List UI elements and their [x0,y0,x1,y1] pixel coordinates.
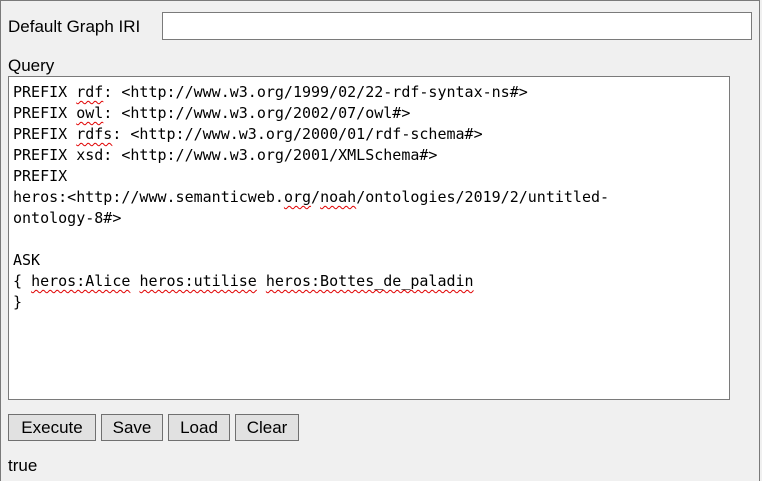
spellcheck-word: heros:Alice [31,272,131,290]
spellcheck-word: heros:Bottes_de_paladin [265,272,474,290]
query-line-1: PREFIX rdf: <http://www.w3.org/1999/02/2… [13,83,528,101]
query-textarea[interactable]: PREFIX rdf: <http://www.w3.org/1999/02/2… [8,76,730,400]
query-text: : <http://www.w3.org/2000/01/rdf-schema#… [112,125,483,143]
default-graph-iri-input[interactable] [162,12,752,40]
query-text: PREFIX [13,125,77,143]
spellcheck-word: owl [76,104,104,122]
query-text: PREFIX [13,83,77,101]
query-line-10: { heros:Alice heros:utilise heros:Bottes… [13,272,474,290]
query-text: /ontologies/2019/2/untitled- [356,188,610,206]
query-text: : <http://www.w3.org/2002/07/owl#> [103,104,411,122]
spellcheck-word: rdfs [76,125,113,143]
query-label: Query [8,56,55,75]
query-line-4: PREFIX xsd: <http://www.w3.org/2001/XMLS… [13,146,438,164]
query-text: { [13,272,32,290]
clear-button[interactable]: Clear [235,414,299,441]
query-text: : <http://www.w3.org/1999/02/22-rdf-synt… [103,83,528,101]
spellcheck-word: org [283,188,312,206]
app-window: Default Graph IRI Query PREFIX rdf: <htt… [0,0,760,481]
query-line-3: PREFIX rdfs: <http://www.w3.org/2000/01/… [13,125,483,143]
query-line-9: ASK [13,251,41,269]
query-line-2: PREFIX owl: <http://www.w3.org/2002/07/o… [13,104,410,122]
query-text: / [311,188,321,206]
load-button[interactable]: Load [168,414,230,441]
query-text [257,272,266,290]
spellcheck-word: rdf [76,83,104,101]
query-line-5: PREFIX [13,167,68,185]
query-result: true [8,456,38,475]
save-button[interactable]: Save [101,414,163,441]
execute-button[interactable]: Execute [8,414,96,441]
query-line-11: } [13,293,23,311]
query-text: PREFIX [13,104,77,122]
spellcheck-word: heros:utilise [139,272,257,290]
query-line-6: heros:<http://www.semanticweb.org/noah/o… [13,188,609,206]
spellcheck-word: noah [320,188,357,206]
default-graph-iri-label: Default Graph IRI [8,17,141,36]
button-row: Execute Save Load Clear [8,414,304,442]
query-text: heros:<http://www.semanticweb. [13,188,284,206]
query-line-7: ontology-8#> [13,209,122,227]
default-graph-row: Default Graph IRI [8,12,752,42]
